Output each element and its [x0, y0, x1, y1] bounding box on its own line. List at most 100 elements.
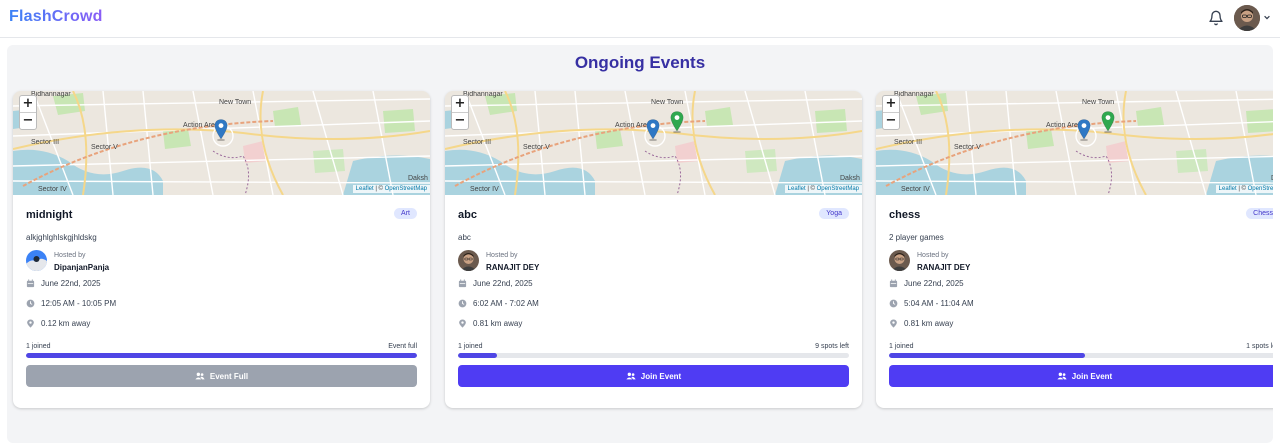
attribution-separator: | ©: [805, 186, 817, 192]
map-attribution: Leaflet | © OpenStreetMap: [784, 185, 862, 193]
map-attribution: Leaflet | © OpenStreetMap: [352, 185, 430, 193]
clock-icon: [26, 299, 35, 308]
hosted-by-label: Hosted by: [486, 252, 518, 259]
users-icon: [1057, 372, 1067, 380]
event-description: alkjghlghlskgjhldskg: [26, 233, 97, 242]
event-date-text: June 22nd, 2025: [473, 279, 533, 288]
map-zoom-control: + −: [882, 95, 900, 130]
capacity-progress-bar: [26, 353, 417, 358]
map-label: Sector III: [31, 139, 60, 146]
host-name: DipanjanPanja: [54, 263, 110, 272]
event-map[interactable]: Bidhannagar New Town Action Area I Secto…: [876, 91, 1273, 195]
map-label: New Town: [219, 99, 252, 106]
event-map[interactable]: Bidhannagar New Town Action Area I Secto…: [445, 91, 862, 195]
clock-icon: [458, 299, 467, 308]
spots-status: Event full: [388, 343, 417, 350]
event-action-label: Join Event: [640, 371, 682, 381]
map-label: Sector V: [91, 144, 118, 151]
map-label: Sector III: [894, 139, 923, 146]
capacity-progress-bar: [889, 353, 1273, 358]
zoom-in-button[interactable]: +: [883, 96, 899, 113]
map-label: Sector III: [463, 139, 492, 146]
event-card: Bidhannagar New Town Action Area I Secto…: [876, 91, 1273, 408]
host-name: RANAJIT DEY: [917, 263, 971, 272]
attribution-separator: | ©: [373, 186, 385, 192]
event-time-text: 12:05 AM - 10:05 PM: [41, 299, 117, 308]
leaflet-link[interactable]: Leaflet: [1219, 186, 1237, 192]
zoom-in-button[interactable]: +: [20, 96, 36, 113]
users-icon: [195, 372, 205, 380]
event-action-button[interactable]: Join Event: [889, 365, 1273, 387]
event-distance-text: 0.81 km away: [473, 319, 523, 328]
map-label: Sector V: [954, 144, 981, 151]
osm-link[interactable]: OpenStreetMap: [1248, 186, 1273, 192]
map-pin-icon: [27, 319, 34, 328]
leaflet-link[interactable]: Leaflet: [356, 186, 374, 192]
host-avatar: [26, 250, 47, 271]
event-time-text: 5:04 AM - 11:04 AM: [904, 299, 974, 308]
map-marker-icon[interactable]: [1101, 111, 1115, 133]
event-time-text: 6:02 AM - 7:02 AM: [473, 299, 539, 308]
event-title: chess: [889, 209, 921, 221]
event-action-button[interactable]: Join Event: [458, 365, 849, 387]
event-action-button[interactable]: Event Full: [26, 365, 417, 387]
top-navbar: FlashCrowd: [0, 0, 1280, 38]
attribution-separator: | ©: [1236, 186, 1248, 192]
spots-status: 1 spots left: [1246, 343, 1273, 350]
map-label: Daksh: [408, 175, 428, 182]
zoom-out-button[interactable]: −: [883, 113, 899, 129]
event-action-label: Join Event: [1071, 371, 1113, 381]
hosted-by-label: Hosted by: [54, 252, 86, 259]
event-date-text: June 22nd, 2025: [904, 279, 964, 288]
event-description: abc: [458, 233, 471, 242]
events-panel: Ongoing Events Bidhannagar New Town Acti…: [7, 45, 1273, 443]
user-avatar[interactable]: [1234, 5, 1260, 31]
map-zoom-control: + −: [19, 95, 37, 130]
joined-count: 1 joined: [458, 343, 483, 350]
chevron-down-icon[interactable]: [1263, 12, 1271, 22]
host-avatar: [889, 250, 910, 271]
brand-logo[interactable]: FlashCrowd: [9, 8, 103, 26]
capacity-progress-fill: [458, 353, 498, 358]
osm-link[interactable]: OpenStreetMap: [385, 186, 427, 192]
event-map[interactable]: Bidhannagar New Town Action Area I Secto…: [13, 91, 430, 195]
map-label: Daksh: [840, 175, 860, 182]
map-label: Sector V: [523, 144, 550, 151]
calendar-icon: [458, 279, 467, 288]
category-badge: Art: [394, 208, 417, 219]
osm-link[interactable]: OpenStreetMap: [817, 186, 859, 192]
map-label: New Town: [651, 99, 684, 106]
map-marker-icon[interactable]: [646, 119, 660, 141]
calendar-icon: [26, 279, 35, 288]
map-marker-icon[interactable]: [1077, 119, 1091, 141]
leaflet-link[interactable]: Leaflet: [788, 186, 806, 192]
map-zoom-control: + −: [451, 95, 469, 130]
zoom-out-button[interactable]: −: [452, 113, 468, 129]
map-label: New Town: [1082, 99, 1115, 106]
capacity-progress-bar: [458, 353, 849, 358]
map-label: Sector IV: [470, 186, 499, 193]
capacity-progress-fill: [26, 353, 417, 358]
map-marker-icon[interactable]: [214, 119, 228, 141]
joined-count: 1 joined: [889, 343, 914, 350]
event-card: Bidhannagar New Town Action Area I Secto…: [13, 91, 430, 408]
joined-count: 1 joined: [26, 343, 51, 350]
clock-icon: [889, 299, 898, 308]
map-label: Sector IV: [38, 186, 67, 193]
event-description: 2 player games: [889, 233, 944, 242]
map-label: Daksh: [1271, 175, 1273, 182]
zoom-out-button[interactable]: −: [20, 113, 36, 129]
bell-icon[interactable]: [1208, 10, 1224, 26]
event-distance-text: 0.81 km away: [904, 319, 954, 328]
event-action-label: Event Full: [209, 371, 249, 381]
map-label: Sector IV: [901, 186, 930, 193]
hosted-by-label: Hosted by: [917, 252, 949, 259]
category-badge: Chess: [1246, 208, 1273, 219]
host-avatar: [458, 250, 479, 271]
section-title: Ongoing Events: [574, 53, 706, 72]
map-marker-icon[interactable]: [670, 111, 684, 133]
event-title: abc: [458, 209, 477, 221]
host-name: RANAJIT DEY: [486, 263, 540, 272]
event-card: Bidhannagar New Town Action Area I Secto…: [445, 91, 862, 408]
zoom-in-button[interactable]: +: [452, 96, 468, 113]
